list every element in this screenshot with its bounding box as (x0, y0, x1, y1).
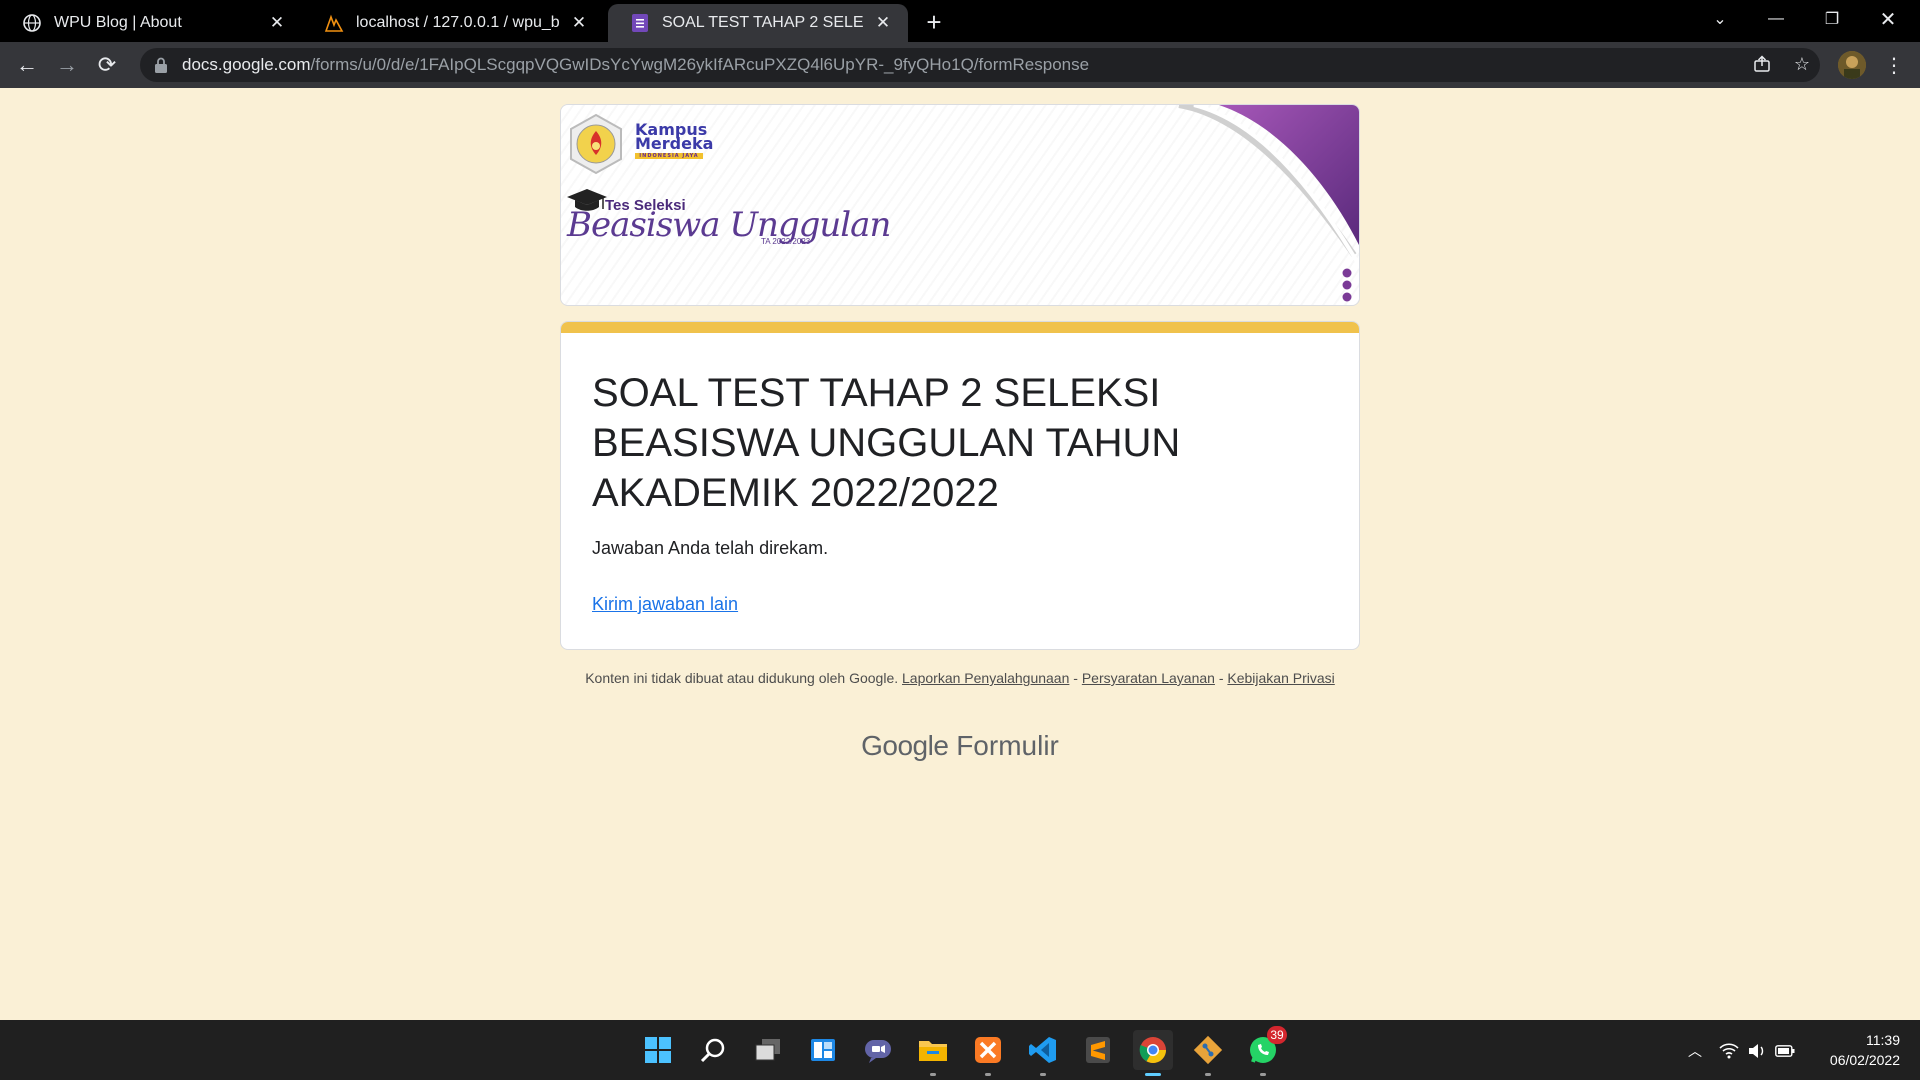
forms-wordmark: Formulir (956, 730, 1059, 761)
institution-seal-icon (570, 113, 622, 175)
volume-icon[interactable] (1746, 1042, 1768, 1060)
url-text: docs.google.com/forms/u/0/d/e/1FAIpQLScg… (182, 55, 1089, 75)
whatsapp-notification-badge: 39 (1267, 1026, 1287, 1044)
tab-title: SOAL TEST TAHAP 2 SELEKSI BEAS (662, 14, 864, 31)
globe-icon (22, 13, 42, 33)
banner-beasiswa-unggulan: Beasiswa Unggulan (567, 205, 891, 245)
tab-search-chevron-icon[interactable]: ⌄ (1692, 0, 1748, 38)
tab-google-form[interactable]: SOAL TEST TAHAP 2 SELEKSI BEAS ✕ (608, 4, 908, 42)
banner-dots-decoration (1342, 268, 1352, 302)
card-accent-bar (561, 322, 1359, 333)
battery-icon[interactable] (1774, 1042, 1796, 1060)
tab-title: localhost / 127.0.0.1 / wpu_blog / (356, 14, 560, 31)
clock-time: 11:39 (1866, 1032, 1900, 1048)
browser-tab-strip: WPU Blog | About ✕ localhost / 127.0.0.1… (0, 0, 1920, 42)
back-arrow-icon[interactable]: ← (11, 49, 43, 81)
google-forms-logo[interactable]: Google Formulir (560, 730, 1360, 762)
search-icon[interactable] (693, 1030, 733, 1070)
url-path: /forms/u/0/d/e/1FAIpQLScgqpVQGwIDsYcYwgM… (310, 55, 1090, 74)
terms-of-service-link[interactable]: Persyaratan Layanan (1082, 670, 1215, 686)
url-host: docs.google.com (182, 55, 311, 74)
logo-subtitle: INDONESIA JAYA (635, 153, 703, 159)
vscode-icon[interactable] (1023, 1030, 1063, 1076)
form-footer-disclaimer: Konten ini tidak dibuat atau didukung ol… (560, 669, 1360, 687)
bookmark-star-icon[interactable]: ☆ (1788, 50, 1816, 78)
wifi-icon[interactable] (1718, 1042, 1740, 1060)
restore-button[interactable]: ❐ (1804, 0, 1860, 38)
separator: - (1069, 670, 1082, 686)
start-icon[interactable] (638, 1030, 678, 1070)
google-wordmark: Google (861, 730, 949, 761)
sublime-text-icon[interactable] (1078, 1030, 1118, 1070)
tab-phpmyadmin[interactable]: localhost / 127.0.0.1 / wpu_blog / ✕ (302, 4, 604, 42)
system-clock[interactable]: 11:39 06/02/2022 (1810, 1030, 1900, 1070)
address-bar[interactable]: docs.google.com/forms/u/0/d/e/1FAIpQLScg… (140, 48, 1820, 82)
new-tab-button[interactable]: + (918, 7, 950, 37)
share-icon[interactable] (1748, 50, 1776, 78)
form-confirmation-card: SOAL TEST TAHAP 2 SELEKSI BEASISWA UNGGU… (560, 321, 1360, 650)
form-header-image: Kampus Merdeka INDONESIA JAYA Tes Seleks… (560, 104, 1360, 306)
file-explorer-icon[interactable] (913, 1030, 953, 1076)
tab-close-icon[interactable]: ✕ (872, 12, 894, 34)
logo-line-2: Merdeka (635, 134, 714, 153)
tab-close-icon[interactable]: ✕ (568, 12, 590, 34)
xampp-icon[interactable] (968, 1030, 1008, 1076)
running-indicator (930, 1073, 936, 1076)
reload-icon[interactable]: ⟳ (91, 49, 123, 81)
show-hidden-icons-chevron-icon[interactable]: ︿ (1684, 1042, 1706, 1060)
tab-title: WPU Blog | About (54, 14, 182, 31)
browser-menu-icon[interactable]: ⋮ (1880, 50, 1908, 80)
profile-avatar[interactable] (1838, 51, 1866, 79)
separator: - (1214, 670, 1228, 686)
clock-date: 06/02/2022 (1829, 1052, 1900, 1068)
running-indicator (1040, 1073, 1046, 1076)
privacy-policy-link[interactable]: Kebijakan Privasi (1227, 670, 1334, 686)
running-indicator (985, 1073, 991, 1076)
report-abuse-link[interactable]: Laporkan Penyalahgunaan (902, 670, 1069, 686)
submit-another-response-link[interactable]: Kirim jawaban lain (592, 594, 738, 615)
close-window-button[interactable]: ✕ (1860, 0, 1916, 38)
banner-academic-year: TA 2022/2023 (761, 237, 811, 246)
chrome-icon[interactable] (1133, 1030, 1173, 1076)
kampus-merdeka-logo: Kampus Merdeka INDONESIA JAYA (635, 122, 714, 159)
task-view-icon[interactable] (748, 1030, 788, 1070)
banner-corner-decoration (1178, 105, 1359, 267)
windows-taskbar: 39 ︿ (0, 1020, 1920, 1080)
minimize-button[interactable]: — (1748, 0, 1804, 38)
active-indicator (1145, 1073, 1161, 1076)
running-indicator (1260, 1073, 1266, 1076)
tab-wpu-blog[interactable]: WPU Blog | About ✕ (0, 4, 302, 42)
google-forms-icon (630, 13, 650, 33)
confirmation-message: Jawaban Anda telah direkam. (592, 538, 829, 558)
running-indicator (1205, 1073, 1211, 1076)
disclaimer-text: Konten ini tidak dibuat atau didukung ol… (585, 670, 899, 686)
widgets-icon[interactable] (803, 1030, 843, 1070)
browser-toolbar: ← → ⟳ docs.google.com/forms/u/0/d/e/1FAI… (0, 42, 1920, 88)
lock-icon[interactable] (154, 57, 170, 73)
forward-arrow-icon[interactable]: → (51, 49, 83, 81)
phpmyadmin-icon (324, 13, 344, 33)
tab-close-icon[interactable]: ✕ (266, 12, 288, 34)
git-icon[interactable] (1188, 1030, 1228, 1076)
chat-icon[interactable] (858, 1030, 898, 1070)
form-title: SOAL TEST TAHAP 2 SELEKSI BEASISWA UNGGU… (592, 371, 1181, 515)
whatsapp-icon[interactable]: 39 (1243, 1026, 1287, 1076)
